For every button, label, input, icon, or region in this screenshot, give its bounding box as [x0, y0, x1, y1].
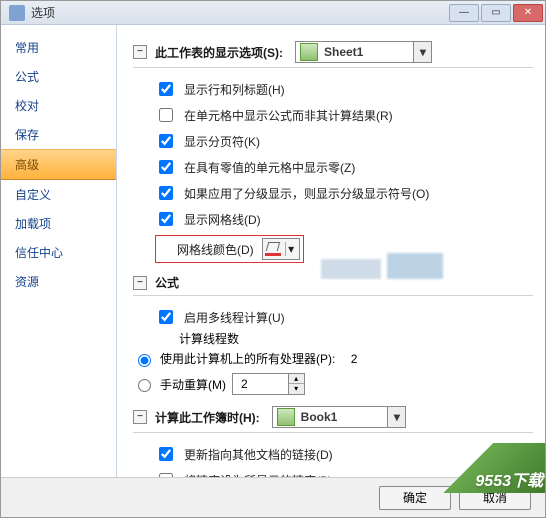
- sidebar-item-save[interactable]: 保存: [1, 120, 116, 149]
- option-multithread: 启用多线程计算(U): [133, 304, 533, 330]
- manual-thread-value: 2: [233, 377, 288, 391]
- label-show-formulas: 在单元格中显示公式而非其计算结果(R): [184, 107, 393, 124]
- watermark-text: 9553下载: [475, 467, 543, 491]
- section-workbook-calc: − 计算此工作簿时(H): Book1 ▾: [133, 402, 533, 433]
- radio-manual[interactable]: [138, 379, 151, 392]
- checkbox-row-col-headers[interactable]: [159, 82, 173, 96]
- label-show-zero: 在具有零值的单元格中显示零(Z): [184, 159, 355, 176]
- options-dialog: 选项 — ▭ ✕ 常用 公式 校对 保存 高级 自定义 加载项 信任中心 资源 …: [0, 0, 546, 518]
- sidebar-item-addins[interactable]: 加载项: [1, 209, 116, 238]
- label-update-links: 更新指向其他文档的链接(D): [184, 446, 333, 463]
- thread-count-label: 计算线程数: [133, 330, 533, 347]
- gridline-color-picker[interactable]: ▾: [262, 238, 300, 260]
- redaction: [387, 253, 443, 279]
- sidebar: 常用 公式 校对 保存 高级 自定义 加载项 信任中心 资源: [1, 25, 117, 477]
- section-formula-label: 公式: [155, 274, 179, 291]
- checkbox-precision[interactable]: [159, 473, 173, 477]
- radio-row-all-processors: 使用此计算机上的所有处理器(P): 2: [133, 347, 533, 370]
- label-manual: 手动重算(M): [160, 376, 226, 393]
- processor-count: 2: [351, 352, 358, 366]
- sidebar-item-customize[interactable]: 自定义: [1, 180, 116, 209]
- manual-thread-input[interactable]: 2 ▴▾: [232, 373, 305, 395]
- checkbox-multithread[interactable]: [159, 310, 173, 324]
- collapse-icon[interactable]: −: [133, 276, 147, 290]
- checkbox-outline[interactable]: [159, 186, 173, 200]
- worksheet-select[interactable]: Sheet1 ▾: [295, 41, 432, 63]
- label-precision: 将精度设为所显示的精度(P): [184, 472, 332, 478]
- workbook-select[interactable]: Book1 ▾: [272, 406, 407, 428]
- label-outline: 如果应用了分级显示，则显示分级显示符号(O): [184, 185, 429, 202]
- option-show-zero: 在具有零值的单元格中显示零(Z): [133, 154, 533, 180]
- label-page-breaks: 显示分页符(K): [184, 133, 260, 150]
- sidebar-item-trust[interactable]: 信任中心: [1, 238, 116, 267]
- option-page-breaks: 显示分页符(K): [133, 128, 533, 154]
- minimize-button[interactable]: —: [449, 4, 479, 22]
- option-row-headers: 显示行和列标题(H): [133, 76, 533, 102]
- titlebar: 选项 — ▭ ✕: [1, 1, 545, 25]
- radio-row-manual: 手动重算(M) 2 ▴▾: [133, 370, 533, 398]
- window-title: 选项: [31, 4, 55, 21]
- collapse-icon[interactable]: −: [133, 45, 147, 59]
- book-icon: [277, 408, 295, 426]
- paint-bucket-icon: [265, 242, 281, 256]
- chevron-down-icon: ▾: [285, 242, 297, 256]
- redaction: [321, 259, 381, 279]
- workbook-value: Book1: [299, 410, 388, 424]
- label-multithread: 启用多线程计算(U): [184, 309, 285, 326]
- section-label: 此工作表的显示选项(S):: [155, 44, 283, 61]
- chevron-down-icon: ▾: [387, 407, 405, 427]
- sidebar-item-resources[interactable]: 资源: [1, 267, 116, 296]
- collapse-icon[interactable]: −: [133, 410, 147, 424]
- gridline-color-label: 网格线颜色(D): [177, 241, 254, 258]
- checkbox-show-zero[interactable]: [159, 160, 173, 174]
- option-show-formulas: 在单元格中显示公式而非其计算结果(R): [133, 102, 533, 128]
- section-workbook-label: 计算此工作簿时(H):: [155, 409, 260, 426]
- spinner[interactable]: ▴▾: [288, 374, 304, 394]
- sidebar-item-formulas[interactable]: 公式: [1, 62, 116, 91]
- worksheet-value: Sheet1: [322, 45, 413, 59]
- option-gridlines: 显示网格线(D): [133, 206, 533, 232]
- close-button[interactable]: ✕: [513, 4, 543, 22]
- app-icon: [9, 5, 25, 21]
- checkbox-gridlines[interactable]: [159, 212, 173, 226]
- label-all-processors: 使用此计算机上的所有处理器(P):: [160, 350, 335, 367]
- main-panel: − 此工作表的显示选项(S): Sheet1 ▾ 显示行和列标题(H) 在单元格…: [117, 25, 545, 477]
- chevron-down-icon: ▾: [413, 42, 431, 62]
- maximize-button[interactable]: ▭: [481, 4, 511, 22]
- sheet-icon: [300, 43, 318, 61]
- sidebar-item-proofing[interactable]: 校对: [1, 91, 116, 120]
- option-outline: 如果应用了分级显示，则显示分级显示符号(O): [133, 180, 533, 206]
- radio-all-processors[interactable]: [138, 354, 151, 367]
- label-gridlines: 显示网格线(D): [184, 211, 261, 228]
- checkbox-page-breaks[interactable]: [159, 134, 173, 148]
- checkbox-show-formulas[interactable]: [159, 108, 173, 122]
- sidebar-item-advanced[interactable]: 高级: [1, 149, 116, 180]
- section-worksheet-display: − 此工作表的显示选项(S): Sheet1 ▾: [133, 37, 533, 68]
- label-row-col-headers: 显示行和列标题(H): [184, 81, 285, 98]
- checkbox-update-links[interactable]: [159, 447, 173, 461]
- sidebar-item-general[interactable]: 常用: [1, 33, 116, 62]
